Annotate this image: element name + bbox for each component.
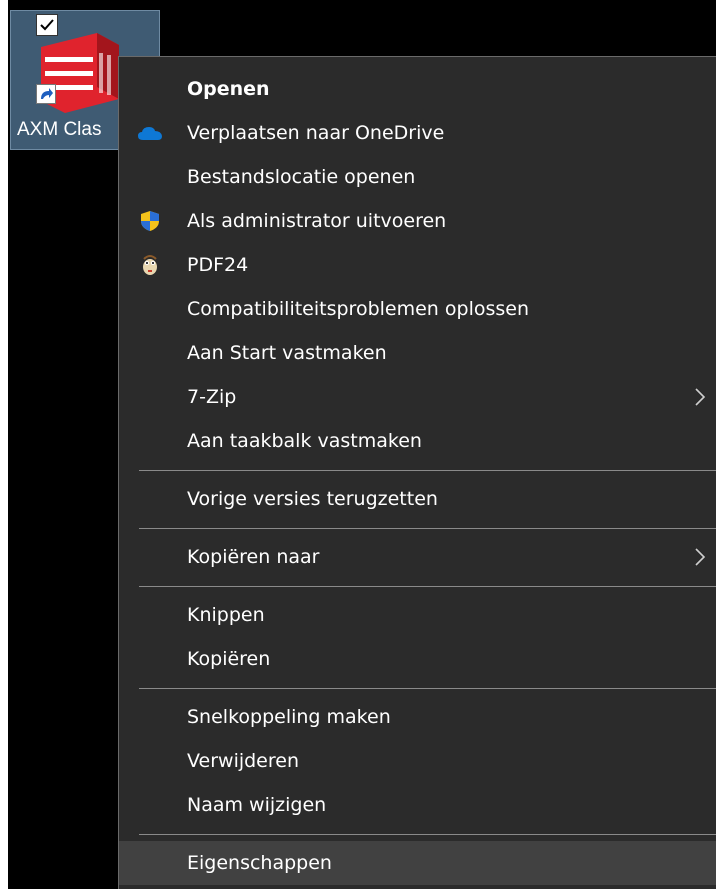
menu-item-properties[interactable]: Eigenschappen — [119, 841, 716, 885]
menu-item-label: Kopiëren — [187, 648, 271, 670]
shortcut-arrow-icon — [36, 84, 56, 104]
menu-item-openen[interactable]: Openen — [119, 67, 716, 111]
menu-separator — [119, 827, 716, 841]
menu-item-label: Vorige versies terugzetten — [187, 488, 438, 510]
menu-item-delete[interactable]: Verwijderen — [119, 739, 716, 783]
menu-item-label: Snelkoppeling maken — [187, 706, 391, 728]
desktop-icon-label: AXM Clas — [17, 119, 102, 140]
menu-separator — [119, 521, 716, 535]
menu-item-copy-to[interactable]: Kopiëren naar — [119, 535, 716, 579]
pdf24-icon — [137, 253, 163, 277]
menu-item-label: Aan Start vastmaken — [187, 342, 387, 364]
menu-item-compatibility[interactable]: Compatibiliteitsproblemen oplossen — [119, 287, 716, 331]
menu-item-label: Als administrator uitvoeren — [187, 210, 447, 232]
menu-item-7zip[interactable]: 7-Zip — [119, 375, 716, 419]
menu-item-label: PDF24 — [187, 254, 249, 276]
menu-item-label: Compatibiliteitsproblemen oplossen — [187, 298, 529, 320]
chevron-right-icon — [695, 388, 706, 406]
checkmark-icon — [40, 19, 54, 31]
menu-item-label: Verplaatsen naar OneDrive — [187, 122, 445, 144]
menu-item-run-as-admin[interactable]: Als administrator uitvoeren — [119, 199, 716, 243]
menu-item-pin-to-start[interactable]: Aan Start vastmaken — [119, 331, 716, 375]
menu-item-label: Bestandslocatie openen — [187, 166, 416, 188]
menu-item-label: Aan taakbalk vastmaken — [187, 430, 422, 452]
menu-separator — [119, 579, 716, 593]
chevron-right-icon — [695, 548, 706, 566]
menu-item-copy[interactable]: Kopiëren — [119, 637, 716, 681]
menu-item-label: Knippen — [187, 604, 265, 626]
menu-item-cut[interactable]: Knippen — [119, 593, 716, 637]
screen-edge — [0, 0, 8, 889]
menu-item-label: Naam wijzigen — [187, 794, 327, 816]
menu-item-onedrive[interactable]: Verplaatsen naar OneDrive — [119, 111, 716, 155]
menu-item-rename[interactable]: Naam wijzigen — [119, 783, 716, 827]
menu-separator — [119, 681, 716, 695]
context-menu: Openen Verplaatsen naar OneDrive Bestand… — [118, 56, 716, 889]
menu-item-bestandslocatie[interactable]: Bestandslocatie openen — [119, 155, 716, 199]
desktop: AXM Clas Openen Verplaatsen naar OneDriv… — [0, 0, 716, 889]
menu-item-label: Eigenschappen — [187, 852, 332, 874]
menu-item-pin-to-taskbar[interactable]: Aan taakbalk vastmaken — [119, 419, 716, 463]
menu-item-label: 7-Zip — [187, 386, 237, 408]
uac-shield-icon — [137, 209, 163, 233]
menu-item-previous-versions[interactable]: Vorige versies terugzetten — [119, 477, 716, 521]
selection-checkbox[interactable] — [36, 14, 58, 36]
menu-item-label: Kopiëren naar — [187, 546, 320, 568]
onedrive-cloud-icon — [137, 121, 163, 145]
menu-item-pdf24[interactable]: PDF24 — [119, 243, 716, 287]
menu-item-label: Verwijderen — [187, 750, 299, 772]
menu-item-create-shortcut[interactable]: Snelkoppeling maken — [119, 695, 716, 739]
menu-item-label: Openen — [187, 78, 270, 100]
menu-separator — [119, 463, 716, 477]
